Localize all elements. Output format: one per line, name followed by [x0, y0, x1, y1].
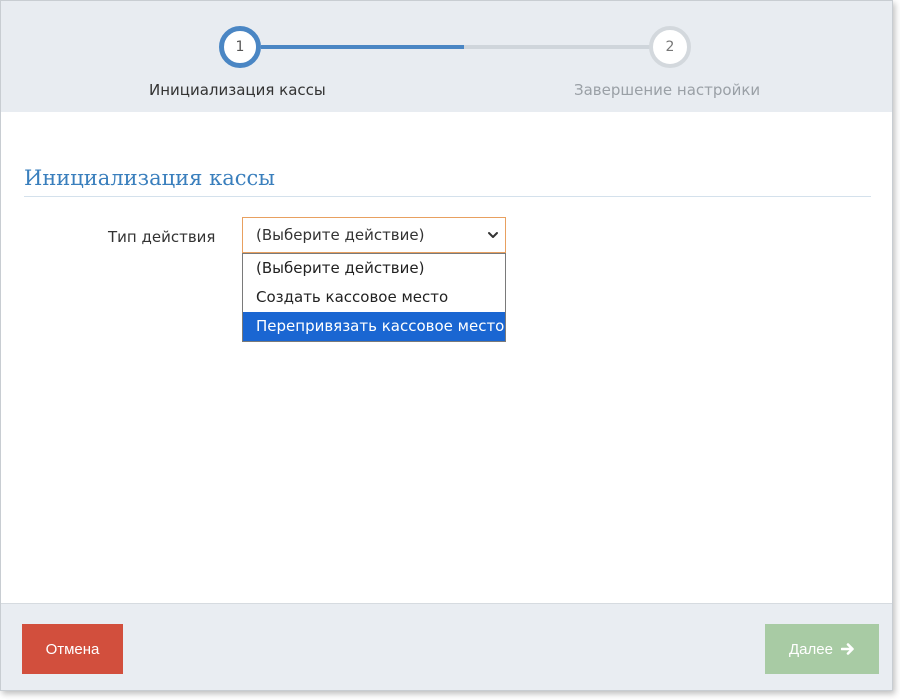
cancel-button-label: Отмена	[45, 640, 100, 658]
dropdown-option-create-register[interactable]: Создать кассовое место	[243, 283, 505, 312]
step-1-label: Инициализация кассы	[149, 81, 326, 99]
action-type-label: Тип действия	[108, 228, 216, 246]
next-button[interactable]: Далее	[765, 624, 879, 674]
action-type-select[interactable]: (Выберите действие)	[242, 217, 506, 253]
dialog-footer: Отмена Далее	[1, 603, 892, 690]
section-title: Инициализация кассы	[24, 166, 275, 190]
action-type-dropdown-list: (Выберите действие) Создать кассовое мес…	[242, 253, 506, 342]
cash-register-setup-dialog: 1 Инициализация кассы 2 Завершение настр…	[0, 0, 893, 691]
cancel-button[interactable]: Отмена	[22, 624, 123, 674]
stepper-progress-completed	[261, 45, 464, 49]
chevron-down-icon	[488, 232, 498, 238]
arrow-right-icon	[840, 643, 854, 655]
step-2-label: Завершение настройки	[574, 81, 761, 99]
step-2-number: 2	[665, 39, 675, 55]
step-1-indicator: 1	[219, 26, 261, 68]
step-1-number: 1	[235, 39, 245, 55]
dropdown-option-rebind-register[interactable]: Перепривязать кассовое место	[243, 312, 505, 341]
step-2-indicator: 2	[649, 26, 691, 68]
dropdown-option-select-action[interactable]: (Выберите действие)	[243, 254, 505, 283]
action-type-select-value: (Выберите действие)	[256, 226, 425, 244]
stepper-progress-remaining	[464, 45, 651, 49]
section-divider	[24, 196, 871, 197]
next-button-label: Далее	[789, 640, 833, 658]
wizard-stepper: 1 Инициализация кассы 2 Завершение настр…	[1, 1, 892, 112]
